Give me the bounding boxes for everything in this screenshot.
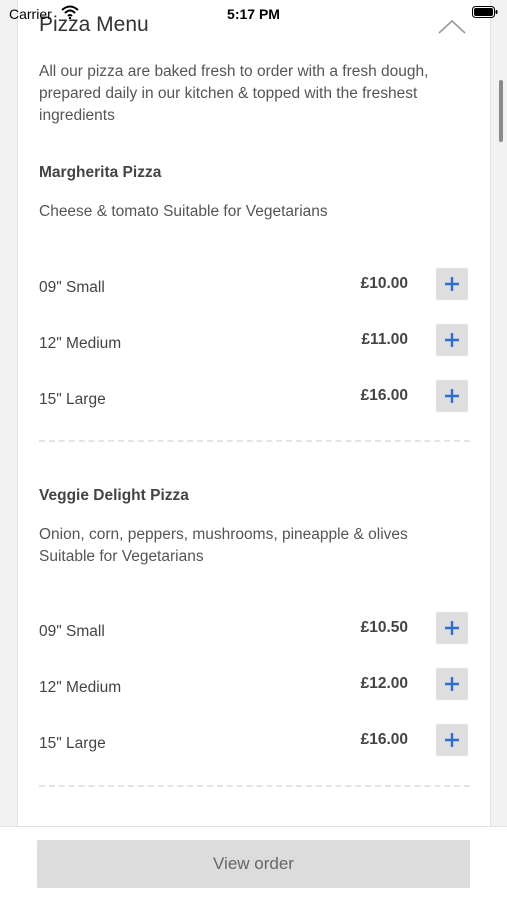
- footer-bar: View order: [0, 826, 507, 901]
- add-button[interactable]: [436, 324, 468, 356]
- plus-icon: [445, 389, 459, 403]
- size-price: £16.00: [360, 387, 408, 404]
- size-row: 12" Medium £12.00: [18, 668, 490, 702]
- size-label: 15" Large: [39, 735, 106, 752]
- status-time: 5:17 PM: [227, 6, 280, 22]
- plus-icon: [445, 333, 459, 347]
- size-label: 12" Medium: [39, 335, 122, 352]
- menu-card: Pizza Menu All our pizza are baked fresh…: [17, 0, 491, 826]
- divider: [39, 440, 470, 442]
- pizza-name: Margherita Pizza: [39, 164, 162, 181]
- status-bar: Carrier 5:17 PM: [0, 0, 507, 26]
- size-label: 15" Large: [39, 391, 106, 408]
- add-button[interactable]: [436, 380, 468, 412]
- view-order-button[interactable]: View order: [37, 840, 470, 888]
- add-button[interactable]: [436, 268, 468, 300]
- plus-icon: [445, 733, 459, 747]
- pizza-description: Onion, corn, peppers, mushrooms, pineapp…: [39, 526, 408, 565]
- add-button[interactable]: [436, 612, 468, 644]
- size-row: 09" Small £10.50: [18, 612, 490, 646]
- add-button[interactable]: [436, 724, 468, 756]
- size-price: £10.00: [360, 275, 408, 292]
- plus-icon: [445, 677, 459, 691]
- size-label: 09" Small: [39, 623, 105, 640]
- add-button[interactable]: [436, 668, 468, 700]
- size-row: 15" Large £16.00: [18, 724, 490, 758]
- battery-icon: [472, 6, 498, 18]
- size-row: 15" Large £16.00: [18, 380, 490, 414]
- plus-icon: [445, 621, 459, 635]
- size-price: £12.00: [360, 675, 408, 692]
- menu-intro: All our pizza are baked fresh to order w…: [39, 63, 429, 124]
- scrollbar-thumb[interactable]: [499, 80, 503, 142]
- size-label: 09" Small: [39, 279, 105, 296]
- pizza-name: Veggie Delight Pizza: [39, 487, 189, 504]
- pizza-description: Cheese & tomato Suitable for Vegetarians: [39, 203, 328, 220]
- divider: [39, 785, 470, 787]
- size-price: £16.00: [360, 731, 408, 748]
- size-row: 12" Medium £11.00: [18, 324, 490, 358]
- plus-icon: [445, 277, 459, 291]
- size-price: £10.50: [360, 619, 408, 636]
- size-price: £11.00: [361, 331, 408, 348]
- size-row: 09" Small £10.00: [18, 268, 490, 302]
- size-label: 12" Medium: [39, 679, 122, 696]
